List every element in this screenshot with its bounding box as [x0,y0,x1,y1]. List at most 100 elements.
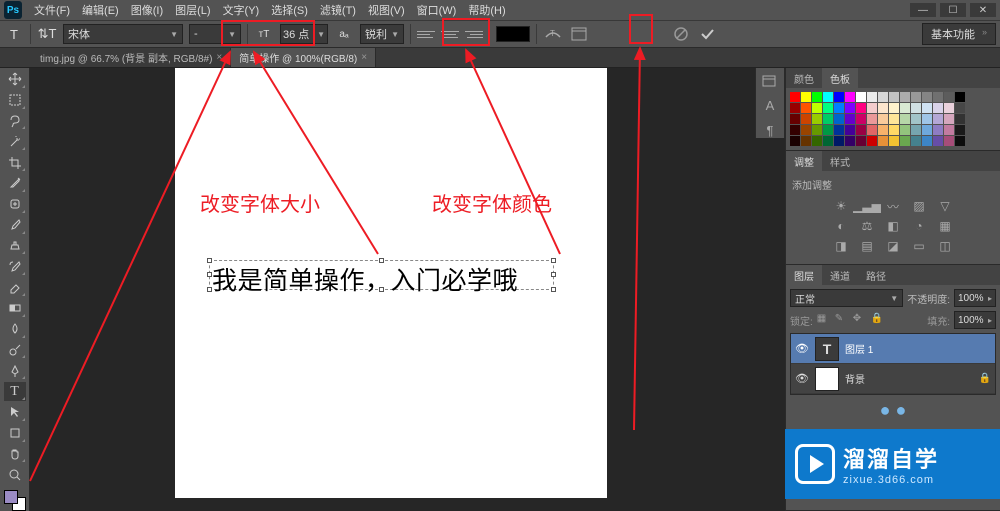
menu-type[interactable]: 文字(Y) [217,2,266,18]
tab-swatches[interactable]: 色板 [822,68,858,88]
color-swatch[interactable] [889,114,899,124]
invert-icon[interactable]: ◨ [832,238,850,254]
visibility-toggle[interactable]: 👁 [795,342,809,356]
character-panel-icon[interactable]: A [761,98,779,113]
color-swatch[interactable] [823,114,833,124]
color-swatch[interactable] [867,114,877,124]
color-swatch[interactable] [900,125,910,135]
character-panel-button[interactable] [569,24,589,44]
color-swatch[interactable] [911,136,921,146]
color-swatch[interactable] [878,125,888,135]
font-size-select[interactable]: 36 点 ▼ [280,24,328,44]
color-swatch[interactable] [878,114,888,124]
cancel-button[interactable] [671,24,691,44]
clone-stamp-tool[interactable] [4,237,26,256]
layer-name[interactable]: 背景 [845,371,865,386]
color-swatch[interactable] [801,103,811,113]
menu-image[interactable]: 图像(I) [125,2,169,18]
menu-view[interactable]: 视图(V) [362,2,411,18]
color-swatch[interactable] [933,125,943,135]
color-swatch[interactable] [933,114,943,124]
color-swatch[interactable] [944,125,954,135]
color-swatch[interactable] [856,136,866,146]
color-swatch[interactable] [834,103,844,113]
lock-pixels-icon[interactable]: ✎ [835,313,849,327]
brightness-icon[interactable]: ☀ [832,198,850,214]
color-swatch[interactable] [922,125,932,135]
color-swatch[interactable] [900,103,910,113]
color-swatch[interactable] [955,103,965,113]
close-button[interactable]: ✕ [970,3,996,17]
tab-paths[interactable]: 路径 [858,265,894,285]
color-swatch[interactable] [955,114,965,124]
close-icon[interactable]: × [361,52,367,63]
antialias-select[interactable]: 锐利 ▼ [360,24,404,44]
exposure-icon[interactable]: ▨ [910,198,928,214]
align-center-button[interactable] [441,25,459,43]
color-swatch[interactable] [812,136,822,146]
color-swatch[interactable] [944,136,954,146]
color-swatch[interactable] [955,92,965,102]
foreground-background-colors[interactable] [4,490,26,511]
color-swatch[interactable] [790,125,800,135]
color-swatch[interactable] [878,92,888,102]
color-swatch[interactable] [889,125,899,135]
color-swatch[interactable] [933,103,943,113]
tab-color[interactable]: 颜色 [786,68,822,88]
color-swatch[interactable] [867,125,877,135]
color-swatch[interactable] [834,125,844,135]
color-swatch[interactable] [856,103,866,113]
color-swatch[interactable] [790,136,800,146]
color-swatch[interactable] [834,114,844,124]
shape-tool[interactable] [4,424,26,443]
color-swatch[interactable] [812,114,822,124]
color-swatch[interactable] [933,136,943,146]
orientation-toggle[interactable]: ⇅T [37,24,57,44]
crop-tool[interactable] [4,153,26,172]
lasso-tool[interactable] [4,112,26,131]
close-icon[interactable]: × [216,52,222,63]
color-swatch[interactable] [955,125,965,135]
color-swatch[interactable] [889,103,899,113]
gradient-tool[interactable] [4,299,26,318]
color-swatch[interactable] [911,125,921,135]
color-swatch[interactable] [801,92,811,102]
layer-row[interactable]: 👁 T 图层 1 [791,334,995,364]
blur-tool[interactable] [4,320,26,339]
color-swatch[interactable] [801,136,811,146]
menu-select[interactable]: 选择(S) [265,2,314,18]
color-swatch[interactable] [856,125,866,135]
mixer-icon[interactable]: ▦ [936,218,954,234]
color-swatch[interactable] [922,103,932,113]
fill-input[interactable]: 100% ▸ [954,311,996,329]
paragraph-panel-icon[interactable]: ¶ [761,123,779,138]
color-swatch[interactable] [900,114,910,124]
color-swatch[interactable] [790,114,800,124]
color-swatch[interactable] [867,103,877,113]
tab-layers[interactable]: 图层 [786,265,822,285]
align-right-button[interactable] [465,25,483,43]
swatch-grid[interactable] [790,92,996,146]
color-swatch[interactable] [790,103,800,113]
color-swatch[interactable] [845,136,855,146]
color-swatch[interactable] [878,136,888,146]
history-panel-icon[interactable] [761,74,779,88]
color-swatch[interactable] [867,92,877,102]
eraser-tool[interactable] [4,278,26,297]
color-swatch[interactable] [856,114,866,124]
bw-icon[interactable]: ◧ [884,218,902,234]
color-swatch[interactable] [801,125,811,135]
color-swatch[interactable] [900,92,910,102]
color-swatch[interactable] [933,92,943,102]
color-swatch[interactable] [845,103,855,113]
color-swatch[interactable] [823,136,833,146]
text-color-swatch[interactable] [496,26,530,42]
menu-file[interactable]: 文件(F) [28,2,76,18]
lock-transparency-icon[interactable]: ▦ [817,313,831,327]
foreground-color-swatch[interactable] [4,490,18,504]
color-swatch[interactable] [845,92,855,102]
color-swatch[interactable] [889,136,899,146]
menu-filter[interactable]: 滤镜(T) [314,2,362,18]
gradient-map-icon[interactable]: ▭ [910,238,928,254]
color-swatch[interactable] [911,92,921,102]
